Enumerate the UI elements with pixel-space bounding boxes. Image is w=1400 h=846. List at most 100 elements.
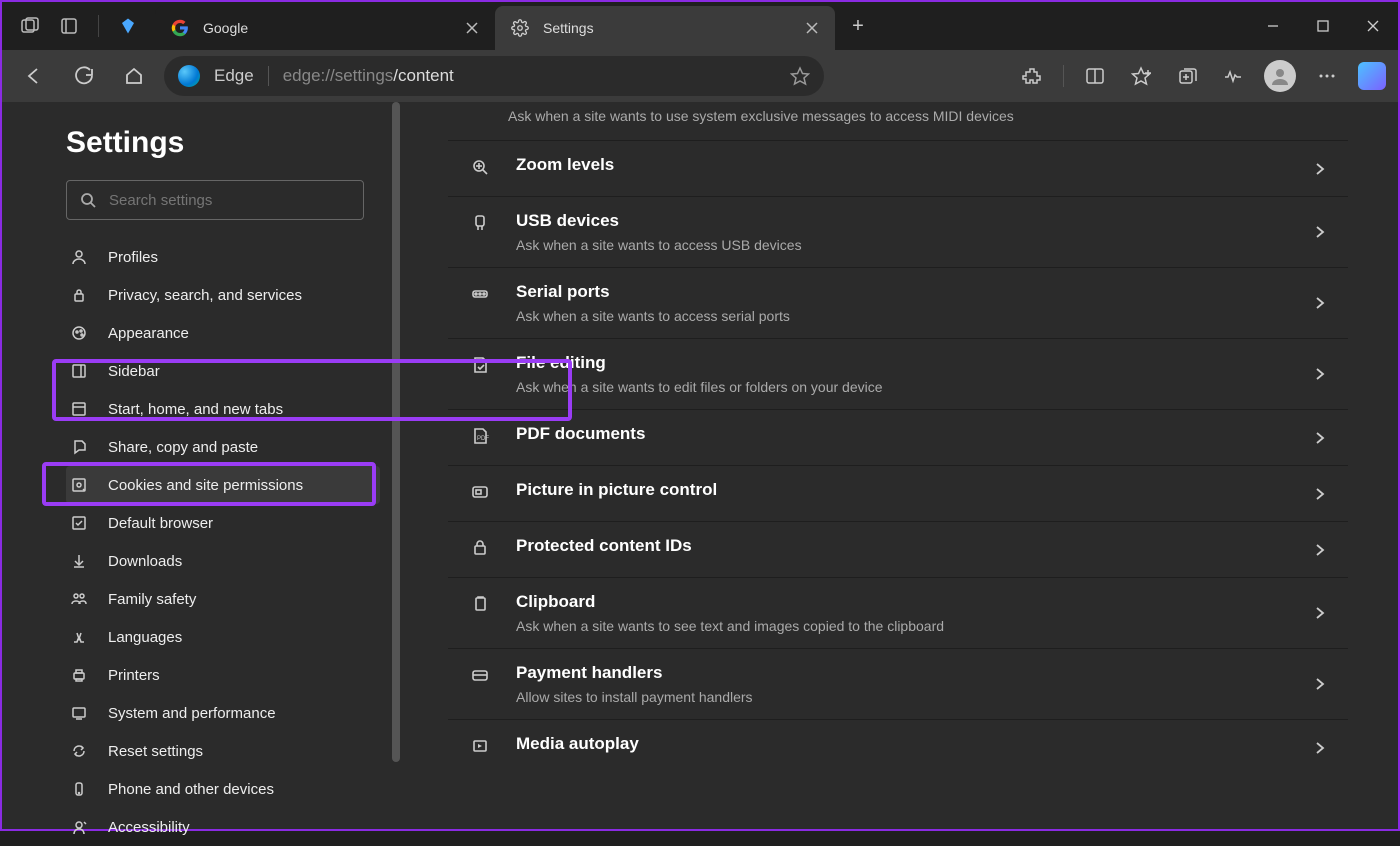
nav-icon	[66, 818, 92, 836]
row-subtitle: Allow sites to install payment handlers	[516, 689, 1288, 705]
row-icon	[468, 355, 492, 375]
nav-icon	[66, 286, 92, 304]
collections-icon[interactable]	[1172, 61, 1202, 91]
chevron-right-icon	[1312, 542, 1328, 558]
profile-avatar[interactable]	[1264, 60, 1296, 92]
nav-label: Printers	[108, 667, 160, 684]
setting-row-serial-ports[interactable]: Serial portsAsk when a site wants to acc…	[448, 267, 1348, 338]
chevron-right-icon	[1312, 430, 1328, 446]
settings-sidebar: Settings Profiles Privacy, search, and se…	[2, 102, 400, 829]
browser-tab-settings[interactable]: Settings	[495, 6, 835, 50]
sidebar-item-cookies-and-site-permissions[interactable]: Cookies and site permissions	[66, 466, 380, 504]
back-button[interactable]	[14, 56, 54, 96]
sidebar-item-printers[interactable]: Printers	[66, 656, 380, 694]
sidebar-item-languages[interactable]: Languages	[66, 618, 380, 656]
site-identity: Edge	[214, 66, 254, 86]
sidebar-scrollbar[interactable]	[392, 102, 400, 829]
chevron-right-icon	[1312, 605, 1328, 621]
row-icon	[468, 538, 492, 558]
sidebar-item-phone-and-other-devices[interactable]: Phone and other devices	[66, 770, 380, 808]
gear-icon	[511, 19, 529, 37]
setting-row-usb-devices[interactable]: USB devicesAsk when a site wants to acce…	[448, 196, 1348, 267]
sidebar-item-family-safety[interactable]: Family safety	[66, 580, 380, 618]
new-tab-button[interactable]: +	[835, 2, 881, 50]
search-input[interactable]	[109, 192, 351, 209]
setting-row-protected-content-ids[interactable]: Protected content IDs	[448, 521, 1348, 577]
row-subtitle: Ask when a site wants to access serial p…	[516, 308, 1288, 324]
url-text: edge://settings/content	[283, 66, 776, 86]
nav-icon	[66, 324, 92, 342]
nav-label: Profiles	[108, 249, 158, 266]
favorites-icon[interactable]	[1126, 61, 1156, 91]
setting-row-picture-in-picture-control[interactable]: Picture in picture control	[448, 465, 1348, 521]
chevron-right-icon	[1312, 366, 1328, 382]
split-screen-icon[interactable]	[1080, 61, 1110, 91]
row-title: PDF documents	[516, 424, 1288, 444]
sidebar-item-downloads[interactable]: Downloads	[66, 542, 380, 580]
sidebar-item-privacy-search-and-services[interactable]: Privacy, search, and services	[66, 276, 380, 314]
sidebar-item-default-browser[interactable]: Default browser	[66, 504, 380, 542]
sidebar-item-appearance[interactable]: Appearance	[66, 314, 380, 352]
row-icon	[468, 665, 492, 685]
browser-toolbar: Edge edge://settings/content	[2, 50, 1398, 102]
nav-label: Family safety	[108, 591, 196, 608]
nav-label: Accessibility	[108, 819, 190, 836]
address-bar[interactable]: Edge edge://settings/content	[164, 56, 824, 96]
sidebar-item-sidebar[interactable]: Sidebar	[66, 352, 380, 390]
nav-icon	[66, 780, 92, 798]
setting-row-payment-handlers[interactable]: Payment handlersAllow sites to install p…	[448, 648, 1348, 719]
chevron-right-icon	[1312, 486, 1328, 502]
settings-heading: Settings	[66, 126, 380, 160]
nav-label: Phone and other devices	[108, 781, 274, 798]
chevron-right-icon	[1312, 161, 1328, 177]
chevron-right-icon	[1312, 676, 1328, 692]
copilot-icon[interactable]	[1358, 62, 1386, 90]
row-title: Clipboard	[516, 592, 1288, 612]
nav-label: Cookies and site permissions	[108, 477, 303, 494]
home-button[interactable]	[114, 56, 154, 96]
titlebar: Google Settings +	[2, 2, 1398, 50]
row-icon	[468, 736, 492, 756]
workspace-icon[interactable]	[119, 17, 137, 35]
edge-logo-icon	[178, 65, 200, 87]
nav-label: Reset settings	[108, 743, 203, 760]
setting-row-clipboard[interactable]: ClipboardAsk when a site wants to see te…	[448, 577, 1348, 648]
setting-row-file-editing[interactable]: File editing Ask when a site wants to edi…	[448, 338, 1348, 409]
chevron-right-icon	[1312, 295, 1328, 311]
performance-icon[interactable]	[1218, 61, 1248, 91]
row-title: File editing	[516, 353, 1288, 373]
close-tab-icon[interactable]	[465, 21, 479, 35]
setting-row-zoom-levels[interactable]: Zoom levels	[448, 140, 1348, 196]
row-icon	[468, 482, 492, 502]
sidebar-item-profiles[interactable]: Profiles	[66, 238, 380, 276]
favorite-icon[interactable]	[790, 66, 810, 86]
refresh-button[interactable]	[64, 56, 104, 96]
browser-tab-google[interactable]: Google	[155, 6, 495, 50]
nav-icon	[66, 476, 92, 494]
row-title: Media autoplay	[516, 734, 1288, 754]
close-tab-icon[interactable]	[805, 21, 819, 35]
sidebar-item-reset-settings[interactable]: Reset settings	[66, 732, 380, 770]
row-icon	[468, 594, 492, 614]
sidebar-item-share-copy-and-paste[interactable]: Share, copy and paste	[66, 428, 380, 466]
sidebar-item-accessibility[interactable]: Accessibility	[66, 808, 380, 846]
nav-icon	[66, 362, 92, 380]
extensions-icon[interactable]	[1017, 61, 1047, 91]
maximize-button[interactable]	[1298, 2, 1348, 50]
vertical-tabs-icon[interactable]	[60, 17, 78, 35]
nav-label: Languages	[108, 629, 182, 646]
tab-actions-icon[interactable]	[20, 16, 40, 36]
minimize-button[interactable]	[1248, 2, 1298, 50]
row-icon	[468, 157, 492, 177]
nav-label: System and performance	[108, 705, 276, 722]
settings-search[interactable]	[66, 180, 364, 220]
sidebar-item-start-home-and-new-tabs[interactable]: Start, home, and new tabs	[66, 390, 380, 428]
setting-row-pdf-documents[interactable]: PDFPDF documents	[448, 409, 1348, 465]
close-window-button[interactable]	[1348, 2, 1398, 50]
row-subtitle: Ask when a site wants to edit files or f…	[516, 379, 1288, 395]
tab-title: Settings	[543, 20, 791, 36]
nav-icon	[66, 514, 92, 532]
more-menu-icon[interactable]	[1312, 61, 1342, 91]
sidebar-item-system-and-performance[interactable]: System and performance	[66, 694, 380, 732]
setting-row-media-autoplay[interactable]: Media autoplay	[448, 719, 1348, 775]
